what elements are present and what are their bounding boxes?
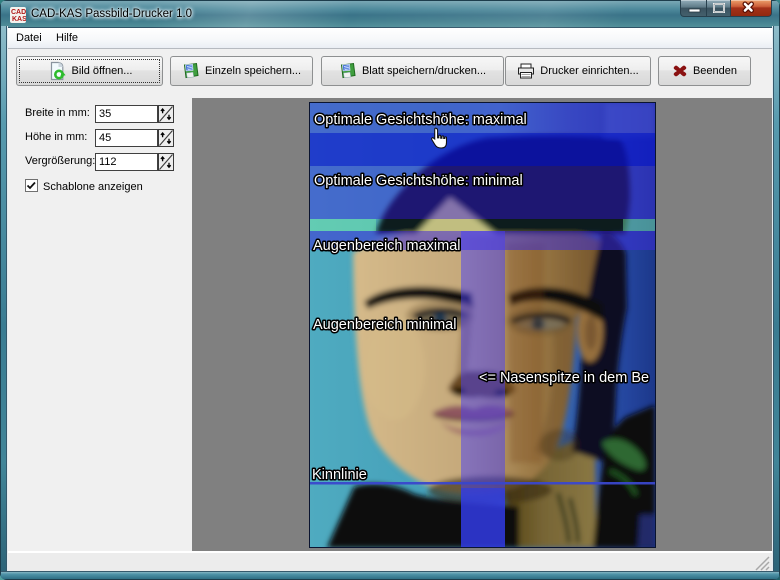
svg-text:Kinnlinie: Kinnlinie — [312, 467, 367, 483]
svg-text:Augenbereich minimal: Augenbereich minimal — [313, 317, 456, 333]
svg-text:Optimale Gesichtshöhe: minimal: Optimale Gesichtshöhe: minimal — [314, 173, 523, 189]
svg-text:CAD: CAD — [11, 9, 26, 16]
svg-text:KAS: KAS — [12, 16, 26, 23]
svg-text:Optimale Gesichtshöhe: maximal: Optimale Gesichtshöhe: maximal — [314, 112, 527, 128]
svg-text:<= Nasenspitze in dem Be: <= Nasenspitze in dem Be — [479, 370, 649, 386]
svg-text:Augenbereich maximal: Augenbereich maximal — [313, 238, 461, 254]
